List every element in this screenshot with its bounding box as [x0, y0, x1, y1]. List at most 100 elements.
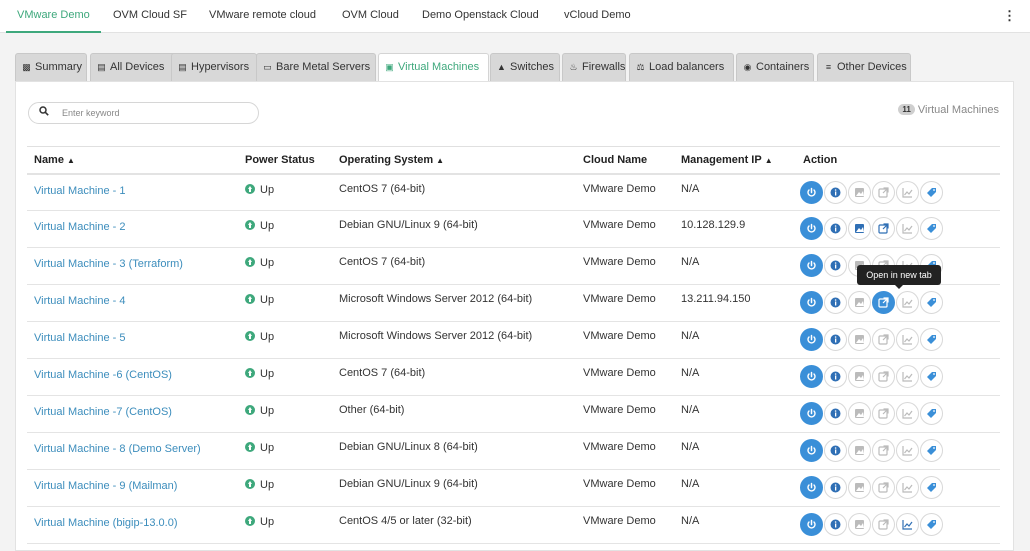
tag-action-button[interactable]	[920, 402, 943, 425]
power-action-button[interactable]	[800, 365, 823, 388]
cloud-name: VMware Demo	[576, 247, 674, 285]
tab-switches[interactable]: ▲ Switches	[490, 53, 560, 81]
chart-action-button[interactable]	[896, 513, 919, 536]
vm-name-link[interactable]: Virtual Machine - 2	[27, 210, 238, 248]
management-ip: 10.128.129.9	[674, 210, 796, 248]
image-action-button[interactable]	[848, 291, 871, 314]
info-action-button[interactable]	[824, 328, 847, 351]
summary-icon: ▩	[22, 62, 31, 72]
search-input[interactable]	[62, 106, 252, 120]
power-icon	[807, 371, 816, 381]
vm-name-link[interactable]: Virtual Machine - 5	[27, 321, 238, 359]
chart-action-button[interactable]	[896, 402, 919, 425]
external-link-action-button[interactable]	[872, 365, 895, 388]
operating-system: Microsoft Windows Server 2012 (64-bit)	[332, 321, 576, 359]
image-action-button[interactable]	[848, 365, 871, 388]
info-action-button[interactable]	[824, 291, 847, 314]
power-action-button[interactable]	[800, 439, 823, 462]
cloud-tab-demo-openstack-cloud[interactable]: Demo Openstack Cloud	[422, 0, 539, 33]
image-action-button[interactable]	[848, 180, 871, 204]
power-action-button[interactable]	[800, 291, 823, 314]
vm-name-link[interactable]: Virtual Machine - 8 (Demo Server)	[27, 432, 238, 470]
cloud-tab-ovm-cloud-sf[interactable]: OVM Cloud SF	[113, 0, 187, 33]
management-ip: N/A	[674, 247, 796, 285]
info-action-button[interactable]	[824, 365, 847, 388]
external-link-action-button[interactable]	[872, 180, 895, 204]
external-link-action-button[interactable]	[872, 402, 895, 425]
tab-firewalls[interactable]: ♨ Firewalls	[562, 53, 626, 81]
col-action-header: Action	[796, 146, 1000, 175]
image-action-button[interactable]	[848, 439, 871, 462]
tag-action-button[interactable]	[920, 291, 943, 314]
cloud-tab-vmware-remote-cloud[interactable]: VMware remote cloud	[209, 0, 316, 33]
action-cell	[796, 210, 1000, 248]
power-action-button[interactable]	[800, 402, 823, 425]
tab-bare-metal-servers[interactable]: ▭ Bare Metal Servers	[256, 53, 376, 81]
tag-action-button[interactable]	[920, 365, 943, 388]
vm-name-link[interactable]: Virtual Machine - 3 (Terraform)	[27, 247, 238, 285]
power-action-button[interactable]	[800, 254, 823, 277]
image-action-button[interactable]	[848, 328, 871, 351]
col-os-header[interactable]: Operating System ▲︎	[332, 146, 576, 175]
chart-action-button[interactable]	[896, 180, 919, 204]
tag-action-button[interactable]	[920, 180, 943, 204]
image-action-button[interactable]	[848, 217, 871, 240]
image-action-button[interactable]	[848, 513, 871, 536]
chart-action-button[interactable]	[896, 365, 919, 388]
info-action-button[interactable]	[824, 402, 847, 425]
vm-name-link[interactable]: Virtual Machine - 4	[27, 284, 238, 322]
power-action-button[interactable]	[800, 513, 823, 536]
col-name-header[interactable]: Name ▲︎	[27, 146, 238, 175]
tag-action-button[interactable]	[920, 513, 943, 536]
virtual-machines-panel: 11Virtual Machines Name▲︎ Power Status O…	[15, 81, 1014, 551]
vm-name-link[interactable]: Virtual Machine -6 (CentOS)	[27, 358, 238, 396]
vm-name-link[interactable]: Virtual Machine -7 (CentOS)	[27, 395, 238, 433]
vm-name-link[interactable]: Virtual Machine - 9 (Mailman)	[27, 469, 238, 507]
tab-hypervisors[interactable]: ▤ Hypervisors	[171, 53, 257, 81]
more-menu-icon[interactable]: ⋮	[1003, 8, 1016, 24]
tab-other-devices[interactable]: ≡ Other Devices	[817, 53, 911, 81]
chart-action-button[interactable]	[896, 476, 919, 499]
tab-load-balancers[interactable]: ⚖ Load balancers	[629, 53, 734, 81]
tab-containers[interactable]: ◉ Containers	[736, 53, 814, 81]
col-ip-header[interactable]: Management IP ▲︎	[674, 146, 796, 175]
chart-action-button[interactable]	[896, 439, 919, 462]
external-link-icon	[878, 223, 889, 234]
info-action-button[interactable]	[824, 476, 847, 499]
power-action-button[interactable]	[800, 217, 823, 240]
external-link-action-button[interactable]	[872, 439, 895, 462]
info-action-button[interactable]	[824, 513, 847, 536]
image-action-button[interactable]	[848, 476, 871, 499]
tab-virtual-machines[interactable]: ▣ Virtual Machines	[378, 53, 489, 82]
cloud-tab-ovm-cloud[interactable]: OVM Cloud	[342, 0, 399, 33]
info-action-button[interactable]	[824, 254, 847, 277]
tag-action-button[interactable]	[920, 439, 943, 462]
cloud-name: VMware Demo	[576, 173, 674, 211]
power-action-button[interactable]	[800, 328, 823, 351]
chart-action-button[interactable]	[896, 217, 919, 240]
external-link-action-button[interactable]	[872, 291, 895, 314]
power-status-label: Up	[260, 368, 275, 380]
table-row: Virtual Machine - 5 Up Microsoft Windows S…	[27, 321, 1000, 359]
external-link-action-button[interactable]	[872, 513, 895, 536]
tab-all-devices[interactable]: ▤ All Devices	[90, 53, 183, 81]
external-link-action-button[interactable]	[872, 476, 895, 499]
chart-action-button[interactable]	[896, 291, 919, 314]
tab-summary[interactable]: ▩ Summary	[15, 53, 87, 81]
image-action-button[interactable]	[848, 402, 871, 425]
power-action-button[interactable]	[800, 180, 823, 204]
external-link-action-button[interactable]	[872, 217, 895, 240]
vm-name-link[interactable]: Virtual Machine (bigip-13.0.0)	[27, 506, 238, 544]
info-action-button[interactable]	[824, 180, 847, 204]
cloud-tab-vmware-demo[interactable]: VMware Demo	[6, 0, 101, 33]
tag-action-button[interactable]	[920, 217, 943, 240]
tag-action-button[interactable]	[920, 476, 943, 499]
tag-action-button[interactable]	[920, 328, 943, 351]
cloud-tab-vcloud-demo[interactable]: vCloud Demo	[564, 0, 631, 33]
info-action-button[interactable]	[824, 217, 847, 240]
info-action-button[interactable]	[824, 439, 847, 462]
chart-action-button[interactable]	[896, 328, 919, 351]
external-link-action-button[interactable]	[872, 328, 895, 351]
power-action-button[interactable]	[800, 476, 823, 499]
vm-name-link[interactable]: Virtual Machine - 1	[27, 173, 238, 211]
